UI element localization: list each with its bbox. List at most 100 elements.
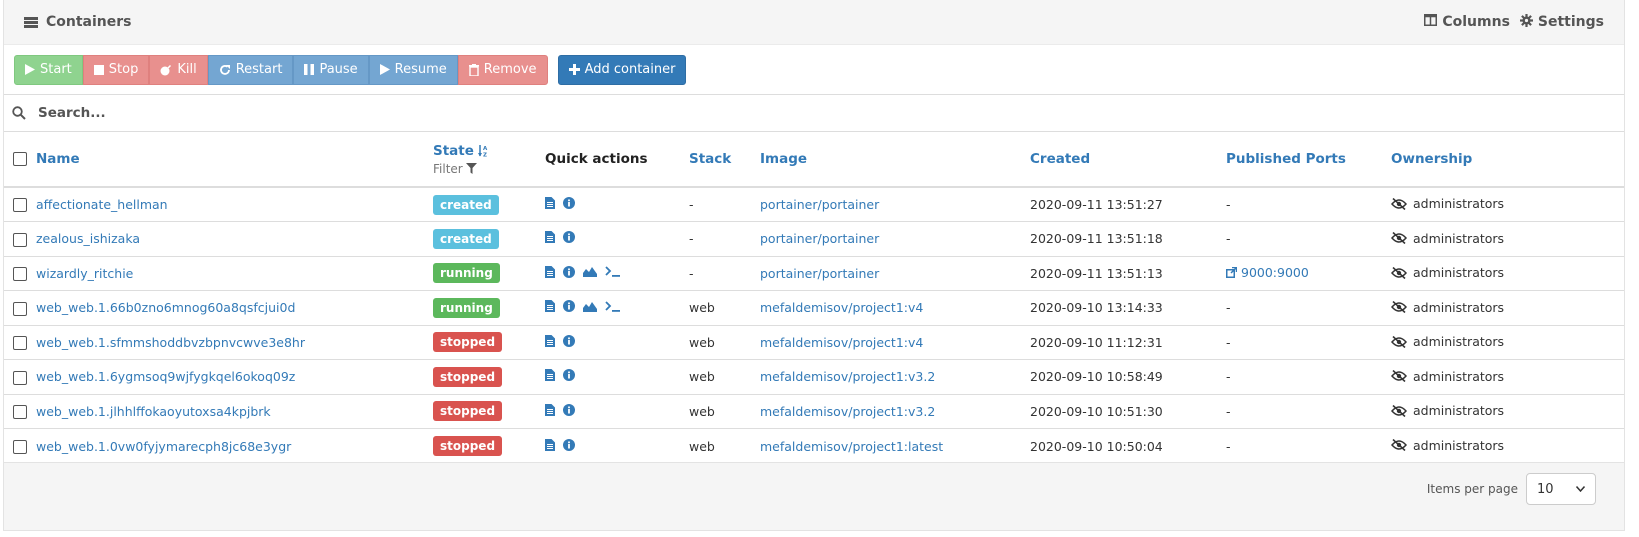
play-icon	[25, 64, 35, 75]
container-name-link[interactable]: web_web.1.jlhhlffokaoyutoxsa4kpjbrk	[36, 404, 271, 419]
pause-button[interactable]: Pause	[293, 54, 369, 85]
select-all-checkbox[interactable]	[13, 152, 27, 166]
status-badge: stopped	[433, 436, 503, 456]
status-badge: running	[433, 297, 500, 318]
settings-button[interactable]: Settings	[1519, 13, 1604, 31]
image-link[interactable]: mefaldemisov/project1:v4	[760, 300, 923, 315]
image-link[interactable]: mefaldemisov/project1:v3.2	[760, 404, 935, 419]
row-checkbox[interactable]	[13, 405, 27, 419]
column-state[interactable]: State AZ	[433, 143, 545, 159]
page-title: Containers	[24, 14, 132, 30]
column-created[interactable]: Created	[1030, 151, 1090, 167]
container-name-link[interactable]: zealous_ishizaka	[36, 231, 140, 246]
ownership-label: administrators	[1413, 265, 1505, 280]
table-row: web_web.1.sfmmshoddbvzbpnvcwve3e8hr stopp…	[4, 325, 1624, 360]
add-container-button[interactable]: Add container	[557, 54, 687, 85]
row-checkbox[interactable]	[13, 301, 27, 316]
logs-icon	[545, 231, 555, 244]
stack-name: web	[689, 369, 715, 385]
quick-actions[interactable]	[545, 403, 575, 416]
column-ownership[interactable]: Ownership	[1391, 151, 1472, 167]
quick-actions[interactable]	[545, 197, 575, 209]
eye-slash-icon	[1391, 232, 1407, 244]
restart-button[interactable]: Restart	[207, 54, 294, 85]
published-port-link[interactable]: 9000:9000	[1226, 265, 1309, 280]
containers-table: Name State AZ Filter Quick actions Stack…	[4, 132, 1624, 463]
table-header-row: Name State AZ Filter Quick actions Stack…	[4, 132, 1624, 188]
column-name[interactable]: Name	[36, 151, 80, 167]
eye-slash-icon	[1391, 439, 1407, 452]
image-link[interactable]: mefaldemisov/project1:v3.2	[760, 369, 935, 384]
console-icon	[605, 301, 620, 312]
remove-button[interactable]: Remove	[457, 54, 548, 85]
items-per-page-value: 10	[1537, 481, 1554, 497]
column-stack[interactable]: Stack	[689, 151, 731, 167]
stop-label: Stop	[108, 62, 139, 77]
row-checkbox[interactable]	[13, 336, 27, 350]
status-badge: created	[433, 194, 499, 215]
container-name-link[interactable]: web_web.1.sfmmshoddbvzbpnvcwve3e8hr	[36, 335, 305, 350]
ownership-label: administrators	[1413, 196, 1505, 212]
column-state-label: State	[433, 142, 474, 159]
row-checkbox[interactable]	[13, 232, 27, 247]
columns-button[interactable]: Columns	[1424, 14, 1510, 30]
quick-actions[interactable]	[545, 334, 575, 347]
ownership: administrators	[1391, 265, 1504, 280]
stop-button[interactable]: Stop	[82, 54, 150, 85]
start-button[interactable]: Start	[14, 54, 83, 85]
play-icon	[379, 64, 390, 75]
stop-icon	[93, 64, 104, 75]
state-filter[interactable]: Filter	[433, 162, 545, 176]
container-actions-group: Start Stop Kill Restart Pause Resume Rem…	[14, 54, 548, 85]
column-image[interactable]: Image	[760, 151, 807, 167]
quick-actions[interactable]	[545, 300, 621, 313]
image-link[interactable]: portainer/portainer	[760, 231, 879, 246]
container-name-link[interactable]: web_web.1.0vw0fyjymarecph8jc68e3ygr	[36, 439, 291, 454]
column-quick-actions: Quick actions	[545, 151, 648, 167]
row-checkbox[interactable]	[13, 370, 27, 385]
info-icon	[563, 231, 575, 244]
container-name-link[interactable]: web_web.1.66b0zno6mnog60a8qsfcjui0d	[36, 300, 295, 315]
container-name-link[interactable]: web_web.1.6ygmsoq9wjfygkqel6okoq09z	[36, 369, 295, 384]
quick-actions[interactable]	[545, 265, 621, 278]
columns-icon	[1424, 14, 1438, 30]
logs-icon	[545, 369, 555, 382]
resume-button[interactable]: Resume	[368, 54, 458, 85]
widget-header: Containers Columns Settings	[4, 0, 1624, 45]
add-container-label: Add container	[584, 62, 676, 77]
image-link[interactable]: portainer/portainer	[760, 197, 879, 212]
image-link[interactable]: portainer/portainer	[760, 266, 879, 281]
row-checkbox[interactable]	[13, 198, 27, 213]
container-name-link[interactable]: affectionate_hellman	[36, 197, 168, 212]
image-link[interactable]: mefaldemisov/project1:v4	[760, 335, 923, 350]
info-icon	[563, 265, 575, 278]
ownership-label: administrators	[1413, 230, 1505, 246]
ownership-label: administrators	[1413, 368, 1505, 384]
items-per-page-select[interactable]: 10	[1526, 473, 1596, 505]
quick-actions[interactable]	[545, 438, 575, 451]
ownership: administrators	[1391, 369, 1504, 384]
row-checkbox[interactable]	[13, 439, 27, 454]
row-checkbox[interactable]	[13, 267, 27, 281]
kill-button[interactable]: Kill	[149, 54, 208, 85]
svg-text:Z: Z	[483, 152, 487, 157]
created-date: 2020-09-10 10:50:04	[1030, 438, 1163, 454]
logs-icon	[545, 300, 555, 313]
table-row: affectionate_hellman created - portainer/po…	[4, 187, 1624, 222]
published-ports: -	[1226, 231, 1231, 247]
column-published-ports[interactable]: Published Ports	[1226, 151, 1346, 167]
kill-label: Kill	[177, 62, 197, 77]
ownership: administrators	[1391, 231, 1504, 246]
quick-actions[interactable]	[545, 231, 575, 244]
ownership: administrators	[1391, 403, 1504, 418]
search-input[interactable]	[36, 104, 636, 122]
image-link[interactable]: mefaldemisov/project1:latest	[760, 439, 943, 454]
plus-icon	[568, 64, 580, 75]
table-row: wizardly_ritchie running - portainer/portai…	[4, 256, 1624, 291]
ownership-label: administrators	[1413, 299, 1505, 315]
stack-name: -	[689, 231, 694, 247]
state-filter-label: Filter	[433, 161, 463, 176]
container-name-link[interactable]: wizardly_ritchie	[36, 266, 133, 281]
quick-actions[interactable]	[545, 369, 575, 382]
status-badge: stopped	[433, 366, 503, 387]
